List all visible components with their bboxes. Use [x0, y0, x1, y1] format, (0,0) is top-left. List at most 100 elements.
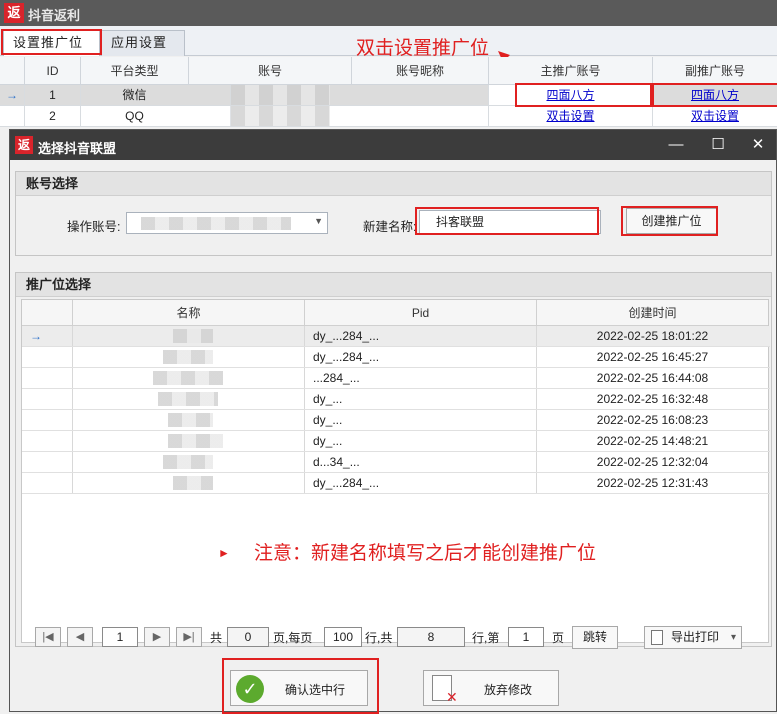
- slot-grid-header: 名称 Pid 创建时间: [22, 300, 768, 326]
- select-alliance-dialog: 返 选择抖音联盟 — ☐ ✕ 账号选择 操作账号: ▼ 新建名称: 抖客联盟 创…: [9, 129, 777, 714]
- print-icon: [651, 630, 663, 645]
- main-grid-header: ID 平台类型 账号 账号昵称 主推广账号 副推广账号: [0, 57, 777, 85]
- table-row[interactable]: ...284_... 2022-02-25 16:44:08: [22, 368, 770, 389]
- cell-time: 2022-02-25 16:44:08: [536, 368, 768, 388]
- highlight-box-create: [621, 206, 718, 236]
- cell-name: [72, 410, 304, 430]
- discard-label: 放弃修改: [484, 683, 533, 697]
- account-group-header: 账号选择: [16, 172, 771, 196]
- first-page-icon[interactable]: |◀: [35, 627, 61, 647]
- slot-group-header: 推广位选择: [16, 273, 771, 297]
- cell-account-redacted: [230, 85, 330, 105]
- current-page-field[interactable]: 1: [102, 627, 138, 647]
- cell-platform: QQ: [80, 106, 188, 126]
- cell-time: 2022-02-25 12:32:04: [536, 452, 768, 472]
- table-row[interactable]: dy_... 2022-02-25 16:32:48: [22, 389, 770, 410]
- operator-account-select[interactable]: ▼: [126, 212, 328, 234]
- main-title-bar: 返 抖音返利: [0, 0, 777, 26]
- dialog-title: 选择抖音联盟: [38, 141, 117, 156]
- col-id[interactable]: ID: [24, 57, 80, 85]
- annotation-double-click: 双击设置推广位: [356, 38, 490, 59]
- slot-grid[interactable]: 名称 Pid 创建时间 → dy_...284_... 2022-02-25 1…: [21, 299, 770, 643]
- slot-select-group: 推广位选择 名称 Pid 创建时间 → dy_...284_... 2022-0…: [15, 272, 772, 647]
- goto-label: 行,第: [472, 631, 500, 645]
- next-page-icon[interactable]: ▶: [144, 627, 170, 647]
- cell-name: [72, 473, 304, 493]
- table-row[interactable]: dy_... 2022-02-25 16:08:23: [22, 410, 770, 431]
- cell-time: 2022-02-25 16:32:48: [536, 389, 768, 409]
- cell-pid: d...34_...: [304, 452, 536, 472]
- table-row[interactable]: dy_...284_... 2022-02-25 12:31:43: [22, 473, 770, 494]
- col-pid[interactable]: Pid: [304, 300, 536, 326]
- export-print-label: 导出打印: [671, 630, 720, 644]
- page-label: 页: [552, 631, 565, 645]
- cell-time: 2022-02-25 16:08:23: [536, 410, 768, 430]
- row-pointer-icon: →: [30, 329, 42, 343]
- highlight-box-main-account: [515, 83, 652, 107]
- per-page-label: 页,每页: [273, 631, 313, 645]
- account-select-group: 账号选择 操作账号: ▼ 新建名称: 抖客联盟 创建推广位: [15, 171, 772, 256]
- cell-sub-account[interactable]: 双击设置: [652, 106, 777, 126]
- goto-page-field[interactable]: 1: [508, 627, 544, 647]
- chevron-down-icon: ▼: [314, 216, 323, 226]
- dialog-title-bar[interactable]: 返 选择抖音联盟 — ☐ ✕: [10, 130, 776, 160]
- operator-label: 操作账号:: [67, 220, 121, 234]
- row-pointer-icon: →: [6, 88, 18, 102]
- total-label: 共: [210, 631, 223, 645]
- table-row[interactable]: → dy_...284_... 2022-02-25 18:01:22: [22, 326, 770, 347]
- minimize-icon[interactable]: —: [656, 130, 696, 160]
- last-page-icon[interactable]: ▶|: [176, 627, 202, 647]
- table-row[interactable]: 2 QQ 双击设置 双击设置: [0, 106, 777, 127]
- cell-pid: dy_...: [304, 431, 536, 451]
- cell-name: [72, 389, 304, 409]
- export-print-button[interactable]: 导出打印 ▾: [644, 626, 742, 649]
- tab-app-settings[interactable]: 应用设置: [101, 30, 185, 56]
- total-rows-field: 8: [397, 627, 465, 647]
- cell-pid: dy_...: [304, 410, 536, 430]
- col-account[interactable]: 账号: [188, 57, 351, 85]
- cell-platform: 微信: [80, 85, 188, 105]
- col-name[interactable]: 名称: [72, 300, 304, 326]
- operator-value-redacted: [141, 217, 291, 230]
- cell-name: [72, 347, 304, 367]
- cell-pid: dy_...284_...: [304, 347, 536, 367]
- cancel-icon: ✕: [446, 689, 458, 705]
- cell-pid: dy_...284_...: [304, 473, 536, 493]
- maximize-icon[interactable]: ☐: [698, 130, 738, 160]
- prev-page-icon[interactable]: ◀: [67, 627, 93, 647]
- table-row[interactable]: dy_... 2022-02-25 14:48:21: [22, 431, 770, 452]
- cell-time: 2022-02-25 14:48:21: [536, 431, 768, 451]
- cell-name: [72, 452, 304, 472]
- col-created-time[interactable]: 创建时间: [536, 300, 768, 326]
- discard-changes-button[interactable]: ✕ 放弃修改: [423, 670, 559, 706]
- cell-time: 2022-02-25 12:31:43: [536, 473, 768, 493]
- highlight-box-tab: [1, 29, 102, 55]
- main-window-title: 抖音返利: [28, 8, 81, 23]
- highlight-box-new-name: [415, 207, 599, 235]
- pager: |◀ ◀ 1 ▶ ▶| 共 0 页,每页 100 行,共 8 行,第 1 页 跳…: [35, 626, 775, 651]
- cell-pid: dy_...284_...: [304, 326, 536, 346]
- highlight-box-sub-account: [652, 83, 777, 107]
- col-sub-account[interactable]: 副推广账号: [652, 57, 777, 85]
- cell-id: 2: [24, 106, 80, 126]
- per-page-field[interactable]: 100: [324, 627, 362, 647]
- table-row[interactable]: d...34_... 2022-02-25 12:32:04: [22, 452, 770, 473]
- cell-time: 2022-02-25 16:45:27: [536, 347, 768, 367]
- highlight-box-confirm: [222, 658, 379, 714]
- jump-button[interactable]: 跳转: [572, 626, 618, 649]
- table-row[interactable]: dy_...284_... 2022-02-25 16:45:27: [22, 347, 770, 368]
- dialog-logo-icon: 返: [15, 136, 33, 154]
- cell-time: 2022-02-25 18:01:22: [536, 326, 768, 346]
- note-text: 注意：新建名称填写之后才能创建推广位: [254, 543, 597, 564]
- cell-name: [72, 368, 304, 388]
- col-main-account[interactable]: 主推广账号: [488, 57, 652, 85]
- col-nickname[interactable]: 账号昵称: [351, 57, 488, 85]
- cell-main-account[interactable]: 双击设置: [488, 106, 652, 126]
- cell-pid: dy_...: [304, 389, 536, 409]
- new-name-label: 新建名称:: [363, 220, 417, 234]
- cell-id: 1: [24, 85, 80, 105]
- cell-pid: ...284_...: [304, 368, 536, 388]
- col-platform[interactable]: 平台类型: [80, 57, 188, 85]
- close-icon[interactable]: ✕: [738, 130, 777, 160]
- cell-name: [72, 326, 304, 346]
